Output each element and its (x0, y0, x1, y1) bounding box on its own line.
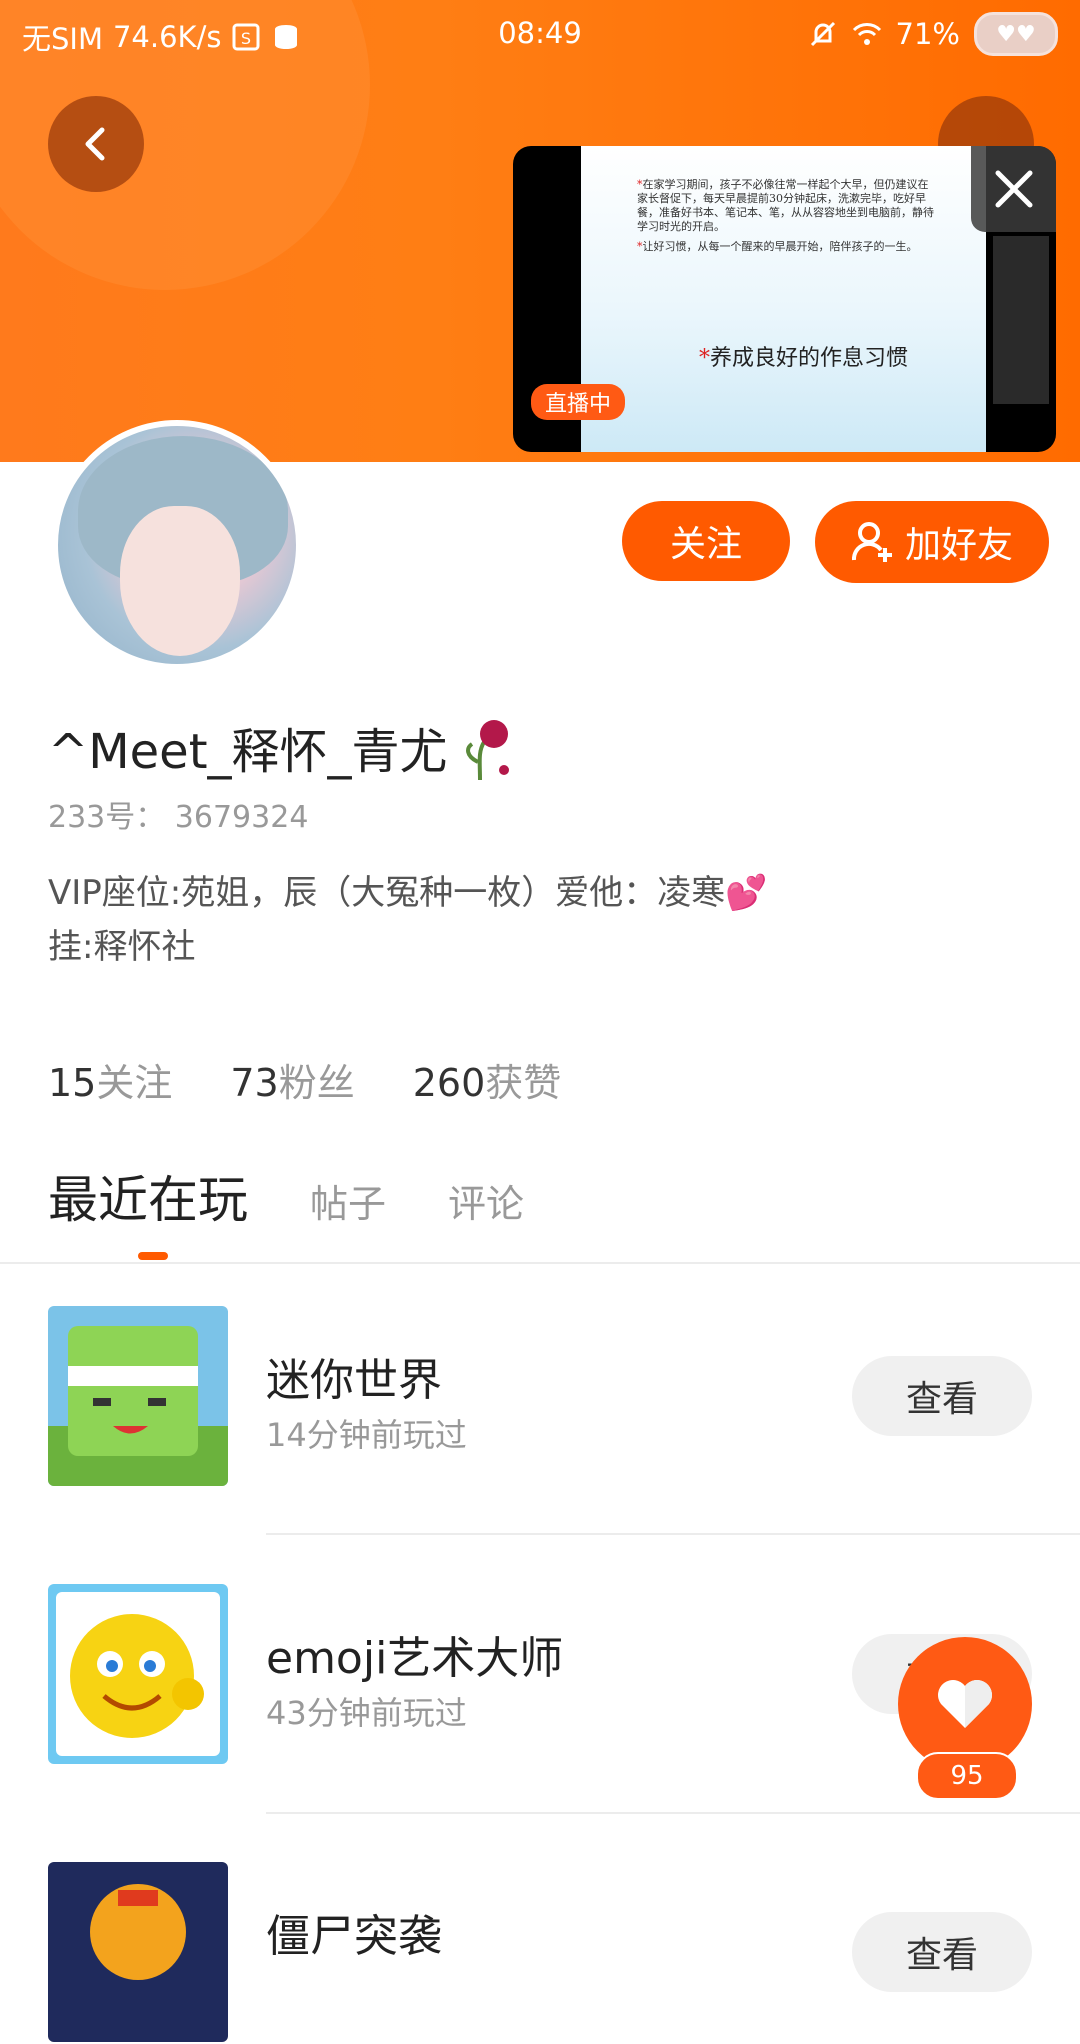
game-name: 僵尸突袭 (266, 1911, 442, 1962)
slide-paragraph-1: 在家学习期间，孩子不必像往常一样起个大早，但仍建议在家长督促下，每天早晨提前30… (637, 178, 934, 233)
back-button[interactable] (48, 96, 144, 192)
close-icon (995, 170, 1032, 208)
tab-divider (0, 1262, 1080, 1264)
content-tabs: 最近在玩 帖子 评论 (48, 1160, 524, 1232)
add-friend-button[interactable]: 加好友 (815, 501, 1049, 583)
battery-percent: 71% (895, 17, 960, 51)
view-button[interactable]: 查看 (852, 1356, 1032, 1436)
user-id: 233号： 3679324 (48, 800, 309, 835)
tab-comments[interactable]: 评论 (448, 1173, 524, 1232)
like-button[interactable] (898, 1637, 1032, 1771)
follow-button[interactable]: 关注 (622, 501, 790, 581)
chevron-left-icon (85, 127, 105, 161)
profile-stats: 15关注 73粉丝 260获赞 (48, 1052, 561, 1107)
profile-header: 无SIM 74.6K/s S 08:49 71% ♥♥ *在家学习期间，孩子不必… (0, 0, 1080, 462)
live-close-button[interactable] (971, 146, 1056, 232)
row-divider (266, 1812, 1080, 1814)
tab-posts[interactable]: 帖子 (310, 1173, 386, 1232)
slide-title: *养成良好的作息习惯 (699, 346, 909, 371)
slide-title-text: 养成良好的作息习惯 (710, 346, 909, 371)
stat-following-label: 关注 (96, 1061, 173, 1105)
rose-icon (465, 720, 509, 781)
stat-likes-label: 获赞 (485, 1061, 562, 1105)
stat-fans-count: 73 (230, 1061, 279, 1105)
wifi-icon (852, 23, 881, 45)
bio-line-2: 挂:释怀社 (48, 927, 196, 967)
battery-icon: ♥♥ (974, 12, 1058, 56)
bio-line-1: VIP座位:苑姐，辰（大冤种一枚）爱他：凌寒💕 (48, 873, 768, 913)
live-slide: *在家学习期间，孩子不必像往常一样起个大早，但仍建议在家长督促下，每天早晨提前3… (581, 146, 986, 452)
row-divider (266, 1533, 1080, 1535)
game-row[interactable]: 僵尸突袭 查看 (0, 1862, 1080, 2044)
live-badge: 直播中 (531, 384, 626, 420)
add-friend-label: 加好友 (904, 525, 1013, 566)
bell-muted-icon (810, 21, 835, 47)
stat-likes: 260获赞 (413, 1052, 562, 1107)
game-icon-mini-world (48, 1306, 228, 1486)
stat-likes-count: 260 (412, 1061, 486, 1105)
avatar[interactable] (52, 420, 302, 670)
live-preview-window[interactable]: *在家学习期间，孩子不必像往常一样起个大早，但仍建议在家长督促下，每天早晨提前3… (513, 146, 1056, 452)
username: ^Meet_释怀_青尤 (48, 712, 514, 782)
bio: VIP座位:苑姐，辰（大冤种一枚）爱他：凌寒💕 挂:释怀社 (48, 866, 1028, 974)
like-count: 95 (916, 1752, 1018, 1800)
stat-following[interactable]: 15关注 (48, 1052, 172, 1107)
view-button[interactable]: 查看 (852, 1912, 1032, 1992)
slide-paragraph-2: 让好习惯，从每一个醒来的早晨开始，陪伴孩子的一生。 (642, 240, 918, 253)
username-text: ^Meet_释怀_青尤 (48, 724, 448, 780)
stat-following-count: 15 (48, 1061, 97, 1105)
game-name: 迷你世界 (266, 1355, 442, 1406)
tab-indicator (138, 1252, 168, 1260)
game-icon-emoji-artist (48, 1584, 228, 1764)
stat-fans-label: 粉丝 (278, 1061, 355, 1105)
tab-recently-played[interactable]: 最近在玩 (48, 1160, 248, 1232)
game-icon-tiger (48, 1862, 228, 2042)
status-right: 71% ♥♥ (808, 12, 1058, 56)
status-bar: 无SIM 74.6K/s S 08:49 71% ♥♥ (0, 0, 1080, 70)
stat-fans[interactable]: 73粉丝 (230, 1052, 354, 1107)
heart-icon (938, 1680, 992, 1728)
avatar-face (120, 506, 240, 656)
slide-text: *在家学习期间，孩子不必像往常一样起个大早，但仍建议在家长督促下，每天早晨提前3… (637, 178, 934, 253)
game-name: emoji艺术大师 (266, 1633, 564, 1684)
add-user-icon (851, 522, 892, 562)
game-played-time: 14分钟前玩过 (266, 1416, 467, 1454)
game-row[interactable]: 迷你世界 14分钟前玩过 查看 (0, 1306, 1080, 1488)
game-played-time: 43分钟前玩过 (266, 1694, 467, 1732)
live-side-panel (993, 236, 1049, 404)
